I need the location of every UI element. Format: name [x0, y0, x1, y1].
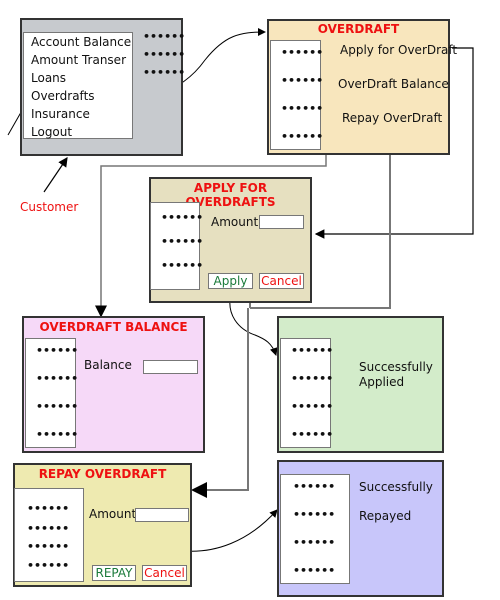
placeholder-dots: ••••••	[143, 66, 186, 79]
placeholder-dots: ••••••	[36, 400, 79, 413]
applied-sidebar: •••••• •••••• •••••• ••••••	[280, 338, 334, 448]
placeholder-dots: ••••••	[27, 502, 70, 515]
menu-item-overdrafts[interactable]: Overdrafts	[31, 89, 95, 103]
overdraft-screen: OVERDRAFT •••••• •••••• •••••• •••••• Ap…	[267, 19, 457, 155]
placeholder-dots: ••••••	[291, 344, 334, 357]
balance-label: Balance	[84, 358, 132, 372]
placeholder-dots: ••••••	[291, 428, 334, 441]
amount-label: Amount	[211, 215, 259, 229]
placeholder-dots: ••••••	[293, 480, 336, 493]
placeholder-dots: ••••••	[36, 428, 79, 441]
placeholder-dots: ••••••	[143, 30, 186, 43]
success-message-line2: Applied	[359, 375, 405, 389]
cancel-button[interactable]: Cancel	[142, 565, 187, 581]
option-repay-overdraft[interactable]: Repay OverDraft	[342, 111, 442, 125]
placeholder-dots: ••••••	[143, 48, 186, 61]
placeholder-dots: ••••••	[281, 74, 324, 87]
placeholder-dots: ••••••	[27, 559, 70, 572]
placeholder-dots: ••••••	[161, 259, 204, 272]
placeholder-dots: ••••••	[293, 508, 336, 521]
repay-button[interactable]: REPAY	[92, 565, 136, 581]
placeholder-dots: ••••••	[291, 372, 334, 385]
balance-title: OVERDRAFT BALANCE	[39, 320, 188, 334]
balance-field	[143, 360, 198, 374]
placeholder-dots: ••••••	[281, 46, 324, 59]
placeholder-dots: ••••••	[27, 522, 70, 535]
menu-list: Account Balance Amount Transer Loans Ove…	[23, 32, 133, 139]
successfully-applied-screen: •••••• •••••• •••••• •••••• Successfully…	[277, 316, 444, 453]
amount-input[interactable]	[259, 215, 304, 229]
overdraft-title: OVERDRAFT	[317, 22, 400, 36]
balance-sidebar: •••••• •••••• •••••• ••••••	[25, 338, 79, 448]
overdraft-sidebar: •••••• •••••• •••••• ••••••	[270, 40, 324, 150]
menu-item-amount-transfer[interactable]: Amount Transer	[31, 53, 126, 67]
repay-sidebar: •••••• •••••• •••••• ••••••	[14, 488, 84, 582]
placeholder-dots: ••••••	[161, 235, 204, 248]
placeholder-dots: ••••••	[27, 540, 70, 553]
placeholder-dots: ••••••	[281, 130, 324, 143]
repaid-sidebar: •••••• •••••• •••••• ••••••	[280, 474, 350, 584]
amount-input[interactable]	[135, 508, 189, 522]
apply-button[interactable]: Apply	[208, 273, 253, 289]
menu-item-account-balance[interactable]: Account Balance	[31, 35, 131, 49]
placeholder-dots: ••••••	[281, 102, 324, 115]
connector-customer-arrow	[43, 157, 68, 193]
amount-label: Amount	[89, 507, 137, 521]
repay-title: REPAY OVERDRAFT	[38, 467, 167, 481]
menu-item-insurance[interactable]: Insurance	[31, 107, 90, 121]
placeholder-dots: ••••••	[293, 564, 336, 577]
overdraft-balance-screen: OVERDRAFT BALANCE •••••• •••••• •••••• •…	[22, 316, 205, 453]
success-message-line1: Successfully	[359, 480, 433, 494]
main-menu-screen: Account Balance Amount Transer Loans Ove…	[20, 18, 186, 156]
repay-overdraft-screen: REPAY OVERDRAFT •••••• •••••• •••••• •••…	[13, 463, 192, 587]
success-message-line1: Successfully	[359, 360, 433, 374]
placeholder-dots: ••••••	[36, 344, 79, 357]
placeholder-dots: ••••••	[161, 211, 204, 224]
option-apply-for-overdraft[interactable]: Apply for OverDraft	[340, 43, 457, 57]
apply-sidebar: •••••• •••••• ••••••	[150, 202, 204, 290]
cancel-button[interactable]: Cancel	[259, 273, 304, 289]
placeholder-dots: ••••••	[293, 536, 336, 549]
menu-item-logout[interactable]: Logout	[31, 125, 72, 139]
apply-overdraft-screen: APPLY FOR OVERDRAFTS •••••• •••••• •••••…	[149, 177, 312, 303]
successfully-repayed-screen: •••••• •••••• •••••• •••••• Successfully…	[277, 460, 444, 597]
menu-item-loans[interactable]: Loans	[31, 71, 66, 85]
placeholder-dots: ••••••	[36, 372, 79, 385]
actor-customer-label: Customer	[20, 200, 79, 214]
success-message-line2: Repayed	[359, 509, 412, 523]
placeholder-dots: ••••••	[291, 400, 334, 413]
option-overdraft-balance[interactable]: OverDraft Balance	[338, 77, 449, 91]
